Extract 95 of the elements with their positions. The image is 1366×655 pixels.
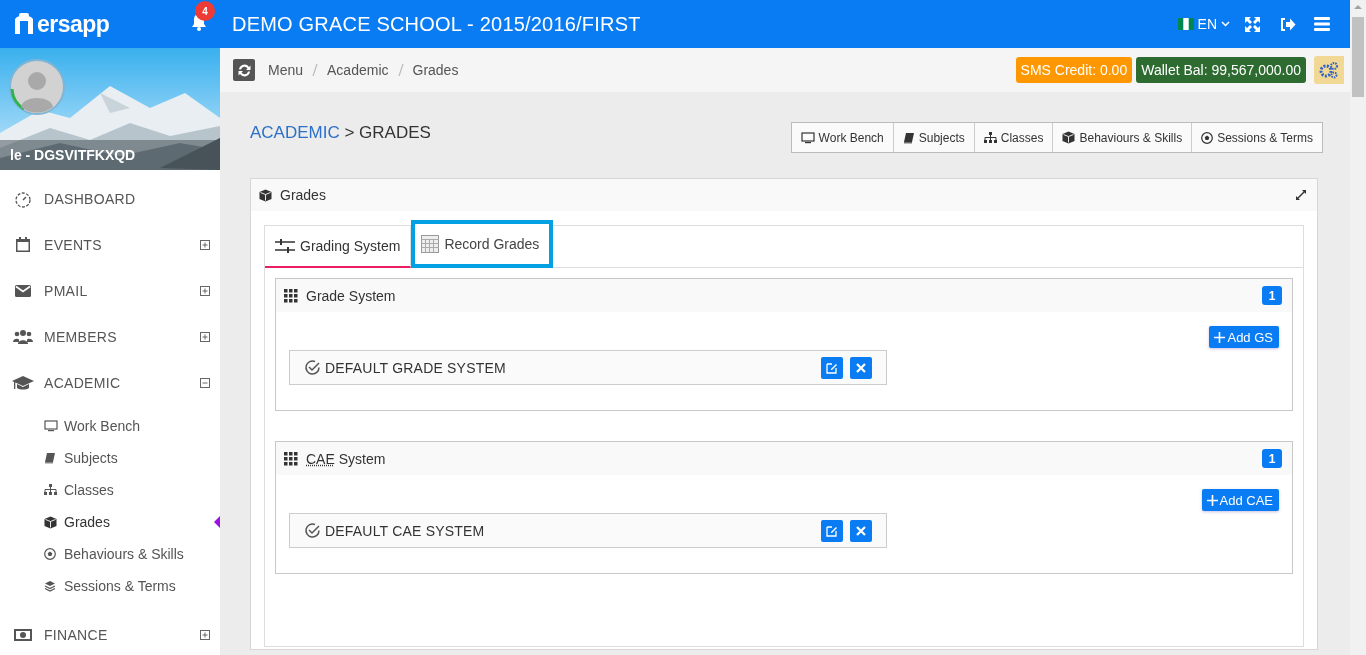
page-heading: ACADEMIC > GRADES (250, 123, 431, 143)
cube-icon (44, 515, 57, 529)
breadcrumb-link[interactable]: Academic (327, 62, 389, 78)
fullscreen-button[interactable] (1244, 15, 1261, 33)
sitemap-icon (983, 131, 997, 144)
sidebar-item[interactable]: DASHBOARD (0, 176, 220, 222)
layers-icon (44, 580, 56, 592)
count-badge: 1 (1262, 449, 1282, 468)
delete-button[interactable] (850, 519, 872, 542)
breadcrumb-link[interactable]: Grades (412, 62, 459, 78)
refresh-button[interactable] (233, 59, 255, 81)
edit-icon (826, 361, 838, 374)
soccer-ball-icon (1201, 131, 1214, 144)
expand-icon (1244, 15, 1261, 33)
notification-badge: 4 (195, 1, 215, 21)
entry-name: DEFAULT GRADE SYSTEM (325, 359, 507, 376)
close-icon (856, 525, 866, 536)
school-title: DEMO GRACE SCHOOL - 2015/2016/FIRST (232, 12, 642, 36)
refresh-icon (236, 62, 252, 78)
slash-icon (312, 63, 319, 77)
banknote-icon (13, 628, 33, 642)
scroll-up-icon[interactable] (1354, 5, 1362, 9)
sidebar-subitem[interactable]: Sessions & Terms (0, 570, 220, 602)
sidebar-item[interactable]: EVENTS (0, 222, 220, 268)
maximize-button[interactable] (1295, 189, 1307, 201)
count-badge: 1 (1262, 286, 1282, 305)
plus-icon (1206, 494, 1218, 506)
tab[interactable]: Grading System (265, 226, 412, 268)
menu-icon (1314, 17, 1330, 31)
expand-icon (200, 630, 210, 640)
monitor-icon (44, 420, 58, 432)
slash-icon (397, 63, 404, 77)
sidebar-subitem[interactable]: Subjects (0, 442, 220, 474)
settings-button[interactable] (1314, 56, 1344, 84)
sign-out-icon (1279, 16, 1296, 32)
section-title: Grade System (306, 287, 397, 304)
expand-icon (200, 332, 210, 342)
sidebar-item[interactable]: ACADEMIC (0, 360, 220, 406)
logo-text: ersapp (37, 10, 110, 38)
sitemap-icon (44, 484, 57, 496)
close-icon (856, 362, 866, 373)
flag-icon (1177, 18, 1194, 30)
heading-link[interactable]: ACADEMIC (250, 123, 340, 142)
users-icon (13, 329, 33, 345)
panel-title: Grades (280, 187, 327, 203)
section-title: CAE System (306, 450, 387, 467)
language-selector[interactable]: EN (1177, 16, 1230, 32)
book-icon (902, 131, 915, 144)
scrollbar-thumb[interactable] (1352, 17, 1364, 97)
expand-icon (200, 286, 210, 296)
table-icon (421, 235, 440, 253)
expand-icon (200, 240, 210, 250)
balance-badge: Wallet Bal: 99,567,000.00 (1136, 57, 1306, 83)
graduation-cap-icon (12, 375, 34, 391)
logout-button[interactable] (1279, 16, 1296, 32)
cube-icon (259, 188, 272, 202)
monitor-icon (800, 131, 815, 144)
sidebar-subitem[interactable]: Classes (0, 474, 220, 506)
soccer-ball-icon (44, 548, 56, 560)
profile-name: le - DGSVITFKXQD (0, 140, 220, 170)
sidebar-subitem[interactable]: Work Bench (0, 410, 220, 442)
breadcrumb-link[interactable]: Menu (268, 62, 304, 78)
edit-button[interactable] (821, 356, 843, 379)
check-circle-icon (304, 522, 321, 539)
sidebar-item[interactable]: PMAIL (0, 268, 220, 314)
gauge-icon (14, 190, 32, 208)
menu-button[interactable] (1314, 17, 1330, 31)
add-button[interactable]: Add GS (1209, 326, 1279, 348)
plus-icon (1214, 331, 1226, 343)
sidebar-item[interactable]: FINANCE (0, 612, 220, 655)
edit-button[interactable] (821, 519, 843, 542)
collapse-icon (200, 378, 210, 388)
edit-icon (826, 524, 838, 537)
sliders-icon (275, 238, 295, 254)
grid-icon (284, 288, 298, 303)
entry-name: DEFAULT CAE SYSTEM (325, 522, 486, 539)
sidebar-subitem[interactable]: Behaviours & Skills (0, 538, 220, 570)
settings-icon (1319, 61, 1339, 79)
cube-icon (1062, 131, 1076, 144)
grid-icon (284, 451, 298, 466)
avatar-icon (9, 59, 65, 115)
chevron-down-icon (1221, 21, 1230, 27)
delete-button[interactable] (850, 356, 872, 379)
resize-icon (1295, 189, 1307, 201)
add-button[interactable]: Add CAE (1201, 489, 1279, 511)
sidebar-item[interactable]: MEMBERS (0, 314, 220, 360)
sidebar-subitem[interactable]: Grades (0, 506, 220, 538)
book-icon (44, 452, 56, 464)
logo-icon (12, 12, 36, 36)
check-circle-icon (304, 359, 321, 376)
envelope-icon (14, 284, 32, 298)
tab[interactable]: Record Grades (411, 220, 554, 268)
balance-badge: SMS Credit: 0.00 (1015, 57, 1133, 83)
calendar-icon (14, 236, 32, 254)
active-marker (214, 516, 220, 528)
